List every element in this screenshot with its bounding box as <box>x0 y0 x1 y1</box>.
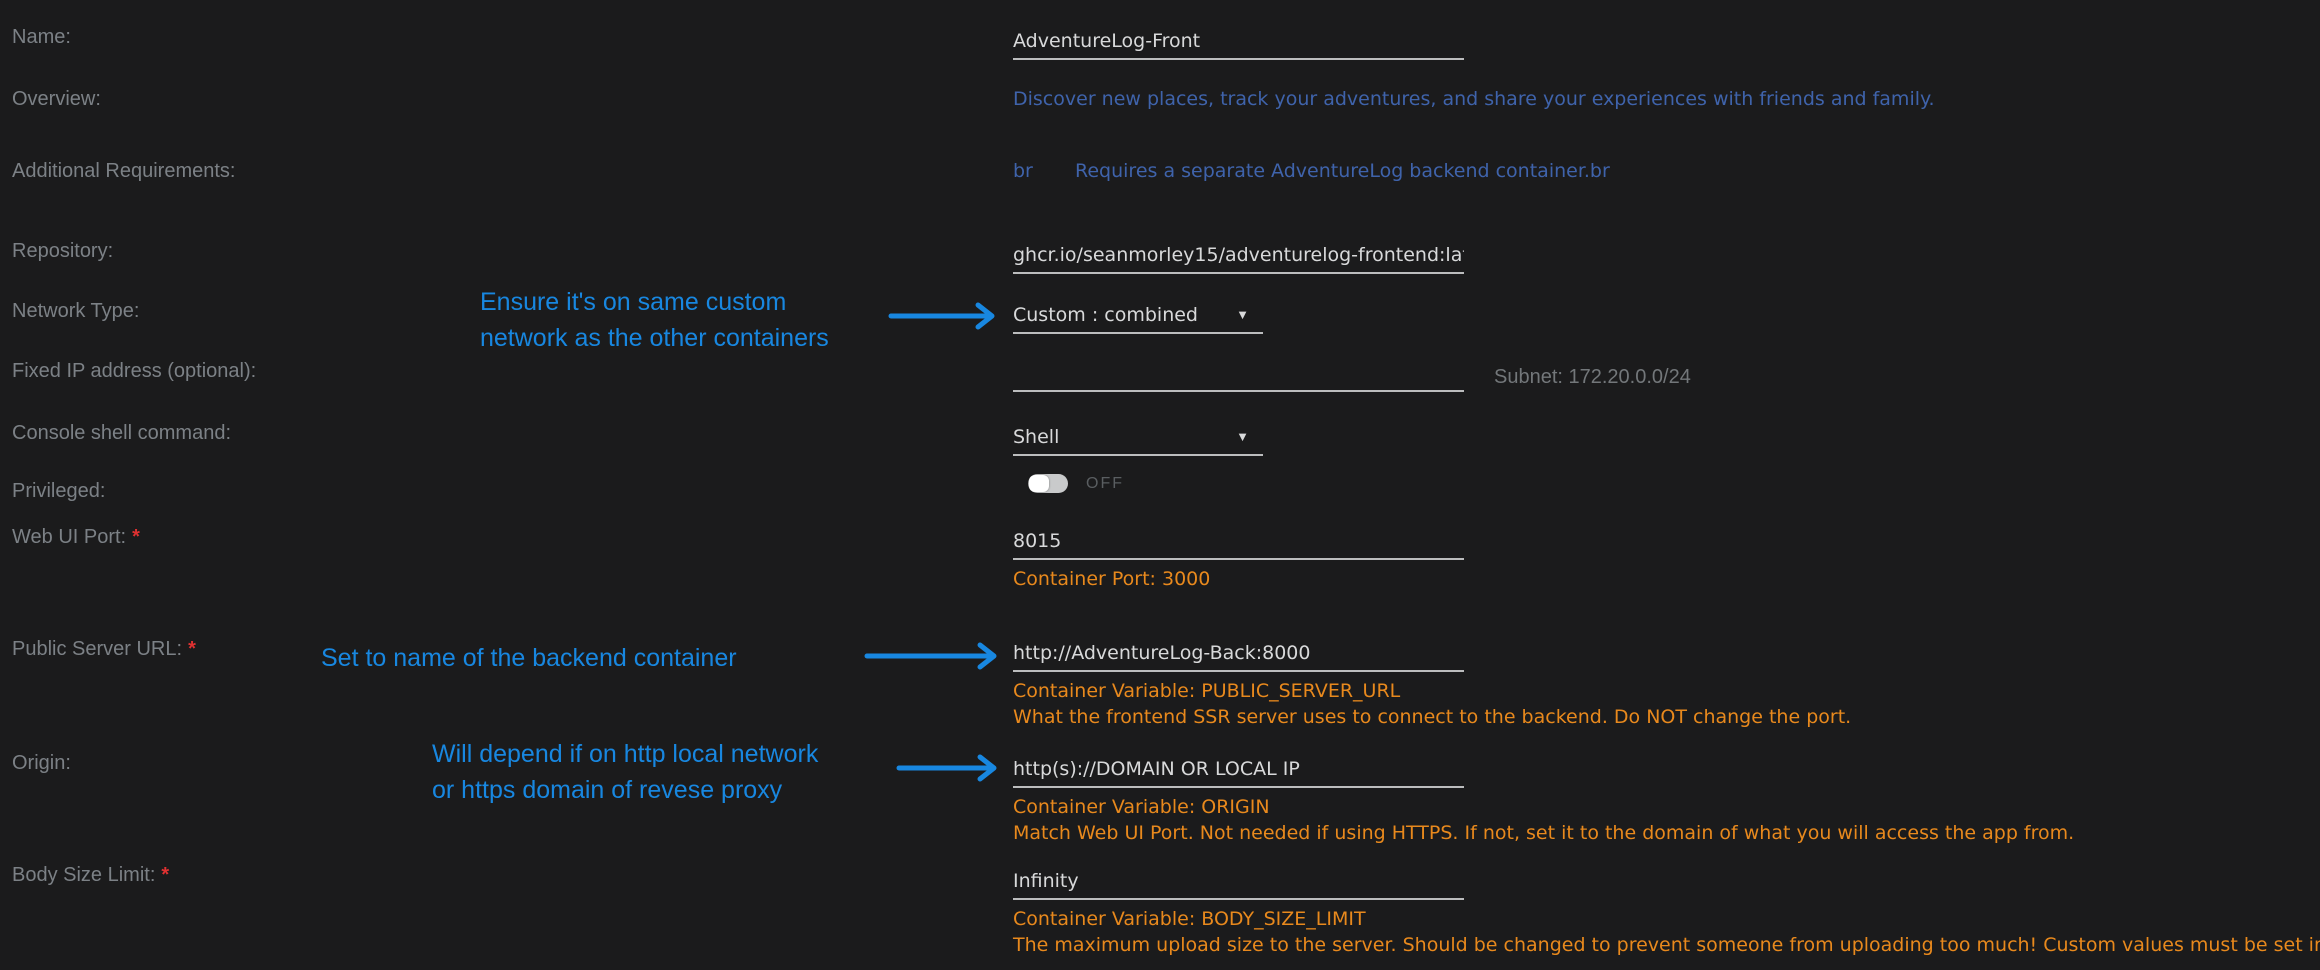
label-origin: Origin: <box>12 750 71 776</box>
public-server-url-variable: Container Variable: PUBLIC_SERVER_URL <box>1013 678 1400 704</box>
label-additional-requirements: Additional Requirements: <box>12 158 235 184</box>
toggle-knob <box>1029 475 1049 492</box>
label-fixed-ip: Fixed IP address (optional): <box>12 358 256 384</box>
annotation-arrow <box>896 752 1004 784</box>
web-ui-port-help: Container Port: 3000 <box>1013 566 1210 592</box>
subnet-note: Subnet: 172.20.0.0/24 <box>1494 364 1691 390</box>
input-underline <box>1013 786 1464 788</box>
annotation-public-server-url: Set to name of the backend container <box>321 640 737 676</box>
body-size-limit-variable: Container Variable: BODY_SIZE_LIMIT <box>1013 906 1366 932</box>
console-shell-select[interactable]: Shell ▼ <box>1013 424 1263 456</box>
origin-input[interactable]: http(s)://DOMAIN OR LOCAL IP <box>1013 756 1464 788</box>
fixed-ip-input[interactable] <box>1013 360 1464 392</box>
annotation-arrow <box>864 640 1004 672</box>
label-repository: Repository: <box>12 238 113 264</box>
input-underline <box>1013 272 1464 274</box>
body-size-limit-help: The maximum upload size to the server. S… <box>1013 932 2320 958</box>
required-asterisk: * <box>132 526 140 548</box>
select-underline <box>1013 454 1263 456</box>
origin-input-value[interactable]: http(s)://DOMAIN OR LOCAL IP <box>1013 756 1464 782</box>
input-underline <box>1013 558 1464 560</box>
repository-input-value[interactable]: ghcr.io/seanmorley15/adventurelog-fronte… <box>1013 242 1464 268</box>
body-size-limit-input-value[interactable]: Infinity <box>1013 868 1464 894</box>
additional-requirements-prefix: br <box>1013 158 1033 184</box>
input-underline <box>1013 670 1464 672</box>
label-privileged: Privileged: <box>12 478 105 504</box>
container-edit-form: Name: Overview: Additional Requirements:… <box>0 0 2320 970</box>
network-type-select[interactable]: Custom : combined ▼ <box>1013 302 1263 334</box>
input-underline <box>1013 390 1464 392</box>
public-server-url-help: What the frontend SSR server uses to con… <box>1013 704 1851 730</box>
required-asterisk: * <box>161 864 169 886</box>
privileged-toggle[interactable] <box>1028 474 1068 493</box>
web-ui-port-input[interactable]: 8015 <box>1013 528 1464 560</box>
label-body-size-limit: Body Size Limit:* <box>12 862 169 888</box>
annotation-origin: Will depend if on http local network or … <box>432 736 818 808</box>
select-underline <box>1013 332 1263 334</box>
input-underline <box>1013 898 1464 900</box>
required-asterisk: * <box>188 638 196 660</box>
network-type-selected-value[interactable]: Custom : combined <box>1013 302 1263 328</box>
overview-text: Discover new places, track your adventur… <box>1013 86 1935 112</box>
console-shell-selected-value[interactable]: Shell <box>1013 424 1263 450</box>
label-name: Name: <box>12 24 71 50</box>
origin-variable: Container Variable: ORIGIN <box>1013 794 1270 820</box>
name-input-value[interactable]: AdventureLog-Front <box>1013 28 1464 54</box>
additional-requirements-text: Requires a separate AdventureLog backend… <box>1075 158 1610 184</box>
label-network-type: Network Type: <box>12 298 139 324</box>
body-size-limit-input[interactable]: Infinity <box>1013 868 1464 900</box>
label-web-ui-port: Web UI Port:* <box>12 524 140 550</box>
annotation-network: Ensure it's on same custom network as th… <box>480 284 829 356</box>
web-ui-port-input-value[interactable]: 8015 <box>1013 528 1464 554</box>
privileged-toggle-state: OFF <box>1086 475 1124 493</box>
caret-down-icon: ▼ <box>1236 307 1249 322</box>
label-overview: Overview: <box>12 86 101 112</box>
caret-down-icon: ▼ <box>1236 429 1249 444</box>
label-public-server-url: Public Server URL:* <box>12 636 196 662</box>
public-server-url-input-value[interactable]: http://AdventureLog-Back:8000 <box>1013 640 1464 666</box>
name-input[interactable]: AdventureLog-Front <box>1013 28 1464 60</box>
fixed-ip-input-value[interactable] <box>1013 360 1464 386</box>
repository-input[interactable]: ghcr.io/seanmorley15/adventurelog-fronte… <box>1013 242 1464 274</box>
public-server-url-input[interactable]: http://AdventureLog-Back:8000 <box>1013 640 1464 672</box>
origin-help: Match Web UI Port. Not needed if using H… <box>1013 820 2074 846</box>
annotation-arrow <box>888 300 1002 332</box>
label-console-shell: Console shell command: <box>12 420 231 446</box>
input-underline <box>1013 58 1464 60</box>
